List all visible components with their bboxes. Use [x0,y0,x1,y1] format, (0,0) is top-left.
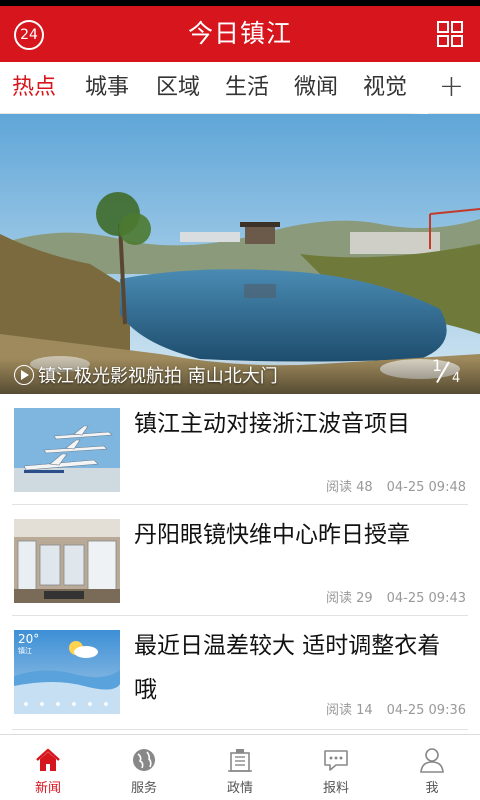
bottom-navigation: 新闻 服务 政情 报料 我 [0,734,480,800]
tab-life[interactable]: 生活 [225,62,269,114]
news-meta: 阅读 48 04-25 09:48 [326,476,466,495]
nav-label: 新闻 [34,781,61,796]
store-thumbnail [14,519,120,603]
category-tabs: 热点 城事 区域 生活 微闻 视觉 + [0,62,480,114]
weather-thumbnail: 20° 镇江 [14,630,120,714]
user-icon [420,748,444,773]
globe-icon [133,749,155,771]
home-icon [36,748,60,771]
news-item[interactable]: 镇江主动对接浙江波音项目 阅读 48 04-25 09:48 [0,394,480,505]
featured-banner[interactable]: 镇江极光影视航拍 南山北大门 1 4 [0,114,480,394]
publish-time: 04-25 09:48 [386,480,466,495]
news-headline: 镇江主动对接浙江波音项目 [134,411,410,437]
news-item[interactable]: 丹阳眼镜快维中心昨日授章 阅读 29 04-25 09:43 [0,505,480,616]
nav-news[interactable]: 新闻 [0,735,96,800]
tab-visual[interactable]: 视觉 [363,62,407,114]
tab-region[interactable]: 区域 [156,62,200,114]
weather-temp: 20° [18,632,40,646]
nav-label: 服务 [130,781,157,796]
airplane-thumbnail [14,408,120,492]
news-meta: 阅读 14 04-25 09:36 [326,699,466,718]
read-count: 阅读 14 [325,703,373,718]
news-meta: 阅读 29 04-25 09:43 [326,587,466,606]
publish-time: 04-25 09:43 [386,591,466,606]
nav-label: 我 [425,781,439,796]
play-icon [14,365,34,385]
tab-micro-news[interactable]: 微闻 [294,62,338,114]
chat-bubble-icon [324,750,348,771]
nav-label: 报料 [322,781,349,796]
divider [12,729,468,730]
nav-label: 政情 [226,781,253,796]
read-count: 阅读 48 [325,480,373,495]
news-item[interactable]: 20° 镇江 最近日温差较大 适时调整衣着哦 阅读 14 04-25 09:36 [0,616,480,730]
nav-politics[interactable]: 政情 [192,735,288,800]
banner-caption: 镇江极光影视航拍 南山北大门 [38,366,278,387]
building-icon [228,749,252,772]
tabs-fade [408,62,428,114]
nav-me[interactable]: 我 [384,735,480,800]
pager-total: 4 [452,371,461,386]
nav-service[interactable]: 服务 [96,735,192,800]
grid-menu-icon[interactable] [436,20,464,48]
banner-pager: 1 4 [430,356,466,386]
banner-landscape-image [0,114,480,394]
tab-city[interactable]: 城事 [85,62,129,114]
news-headline: 丹阳眼镜快维中心昨日授章 [134,522,410,548]
publish-time: 04-25 09:36 [386,703,466,718]
add-channel-button[interactable]: + [439,62,464,114]
app-header: 24 今日镇江 [0,6,480,62]
weather-city: 镇江 [18,647,32,655]
tab-hot[interactable]: 热点 [12,62,56,114]
nav-report[interactable]: 报料 [288,735,384,800]
app-title: 今日镇江 [187,19,292,48]
read-count: 阅读 29 [325,591,373,606]
